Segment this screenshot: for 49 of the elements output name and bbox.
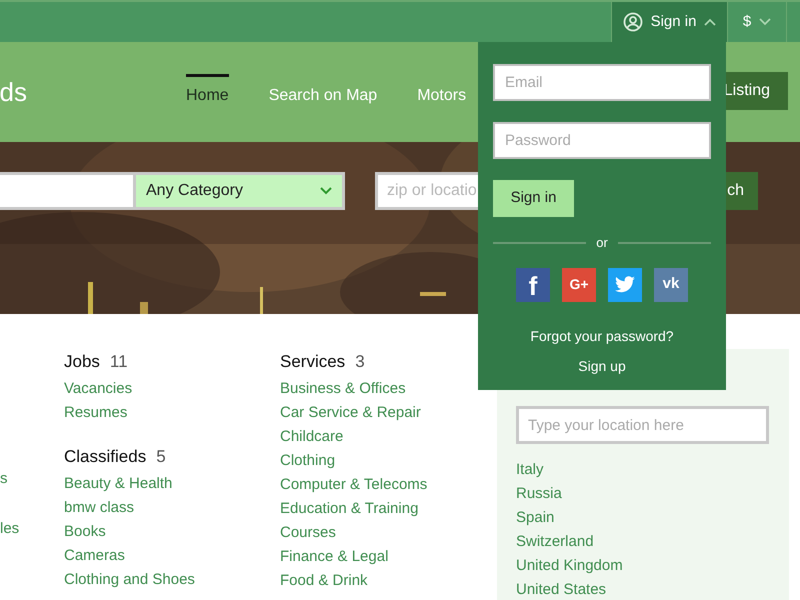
nav-link[interactable]: Home — [186, 74, 229, 110]
category-link[interactable]: Beauty & Health — [64, 472, 280, 496]
divider-label: or — [596, 234, 608, 252]
email-field[interactable]: Email — [493, 64, 711, 101]
category-link[interactable]: s — [0, 466, 8, 491]
category-link[interactable]: Food & Drink — [280, 569, 445, 593]
nav-link[interactable]: Motors — [417, 74, 466, 110]
sign-in-button[interactable]: Sign in — [493, 180, 574, 217]
forgot-password-link[interactable]: Forgot your password? — [530, 326, 674, 346]
category-link[interactable]: bmw class — [64, 496, 280, 520]
country-link[interactable]: United Kingdom — [516, 554, 770, 578]
caret-icon — [704, 18, 716, 26]
category-link[interactable]: Clothing and Shoes — [64, 568, 280, 592]
category-link[interactable]: Resumes — [64, 401, 280, 425]
location-search-field[interactable]: Type your location here — [516, 406, 769, 444]
category-heading[interactable]: Services 3 — [280, 346, 445, 377]
category-link[interactable]: Clothing — [280, 449, 445, 473]
keyword-field[interactable] — [0, 172, 136, 210]
category-link[interactable]: Business & Offices — [280, 377, 445, 401]
category-link[interactable]: Vacancies — [64, 377, 280, 401]
user-icon — [622, 12, 643, 32]
sign-up-link[interactable]: Sign up — [578, 356, 626, 376]
vk-button[interactable]: vk — [654, 268, 688, 302]
category-heading[interactable]: Jobs 11 — [64, 346, 280, 377]
country-link[interactable]: Italy — [516, 458, 770, 482]
category-link[interactable]: Computer & Telecoms — [280, 473, 445, 497]
category-link[interactable]: Finance & Legal — [280, 545, 445, 569]
category-dropdown[interactable]: Any Category — [136, 172, 345, 210]
chevron-down-icon — [320, 187, 332, 195]
category-link[interactable]: Books — [64, 520, 280, 544]
country-link[interactable]: Russia — [516, 482, 770, 506]
site-logo[interactable]: ds — [0, 72, 27, 112]
google-plus-button[interactable]: G+ — [562, 268, 596, 302]
caret-icon — [759, 18, 772, 26]
password-field[interactable]: Password — [493, 122, 711, 159]
nav-link[interactable]: Search on Map — [268, 74, 378, 110]
category-link[interactable]: Car Service & Repair — [280, 401, 445, 425]
twitter-button[interactable] — [608, 268, 642, 302]
category-link[interactable]: Childcare — [280, 425, 445, 449]
category-link[interactable]: Cameras — [64, 544, 280, 568]
sign-in-toggle[interactable]: Sign in — [611, 2, 728, 42]
category-heading[interactable]: Classifieds 5 — [64, 441, 280, 472]
country-link[interactable]: Spain — [516, 506, 770, 530]
facebook-button[interactable]: f — [516, 268, 550, 302]
category-link[interactable]: Education & Training Courses — [280, 497, 445, 545]
bird-icon — [614, 276, 636, 294]
category-link[interactable]: les — [0, 516, 20, 541]
country-link[interactable]: United States — [516, 578, 770, 600]
country-link[interactable]: Switzerland — [516, 530, 770, 554]
